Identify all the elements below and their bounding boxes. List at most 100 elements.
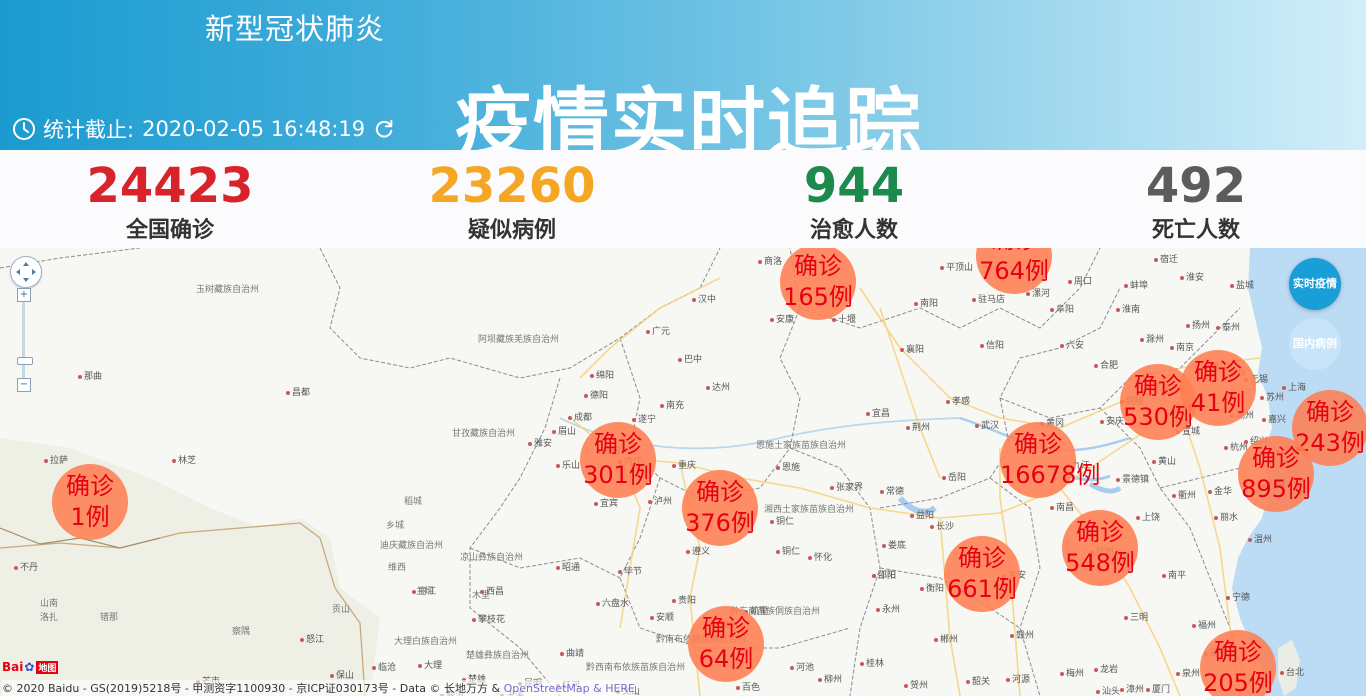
case-bubble-count: 376例	[685, 509, 755, 537]
city-label: 泰州	[1216, 320, 1240, 333]
region-label: 凉山彝族自治州	[460, 553, 524, 563]
city-label: 泉州	[1176, 666, 1200, 679]
case-bubble[interactable]: 确诊 165例	[780, 248, 856, 320]
case-bubble-label: 确诊	[1076, 518, 1124, 546]
city-label: 常德	[880, 484, 904, 497]
region-label: 木里	[472, 591, 491, 601]
city-label: 漳州	[1120, 682, 1144, 695]
city-label: 襄阳	[900, 342, 924, 355]
city-label: 周口	[1068, 274, 1092, 287]
case-bubble-count: 548例	[1065, 549, 1135, 577]
city-label: 孝感	[946, 394, 970, 407]
case-bubble[interactable]: 确诊 376例	[682, 470, 758, 546]
map-view[interactable]: 拉萨 林芝 成都 重庆 武汉 长沙 南昌 合肥 南京 上海 杭州 福州 贵阳 昆…	[0, 248, 1366, 696]
city-label: 梅州	[1060, 666, 1084, 679]
realtime-button[interactable]: 实时疫情	[1289, 258, 1341, 310]
city-label: 金华	[1208, 484, 1232, 497]
case-bubble[interactable]: 确诊 1例	[52, 464, 128, 540]
region-label: 稻城	[404, 497, 423, 507]
case-bubble-label: 确诊	[1252, 444, 1300, 472]
region-label: 甘孜藏族自治州	[452, 429, 516, 439]
zoom-out-button[interactable]: −	[17, 378, 31, 392]
city-label: 武汉	[975, 418, 999, 431]
stat-dead-value: 492	[1145, 158, 1247, 214]
region-label: 湘西土家族苗族自治州	[764, 505, 855, 515]
city-label: 大理	[418, 658, 442, 671]
city-label: 阜阳	[1050, 302, 1074, 315]
city-label: 河池	[790, 660, 814, 673]
page-subtitle: 新型冠状肺炎	[205, 12, 386, 46]
case-bubble-label: 确诊	[958, 544, 1006, 572]
city-label: 贺州	[904, 678, 928, 691]
baidu-logo-suffix: 地图	[36, 660, 59, 674]
region-label: 察隅	[232, 627, 251, 637]
city-label: 淮南	[1116, 302, 1140, 315]
city-label: 河源	[1006, 672, 1030, 685]
city-label: 上海	[1282, 380, 1306, 393]
city-label: 郴州	[934, 632, 958, 645]
stat-cured-value: 944	[803, 158, 905, 214]
city-label: 益阳	[910, 508, 934, 521]
city-label: 宜昌	[866, 406, 890, 419]
case-bubble-label: 确诊	[1214, 638, 1262, 666]
zoom-slider-track[interactable]	[22, 302, 25, 378]
city-label: 黄山	[1152, 454, 1176, 467]
city-label: 信阳	[980, 338, 1004, 351]
city-label: 汉中	[692, 292, 716, 305]
city-label: 龙岩	[1094, 662, 1118, 675]
here-link[interactable]: & HERE	[590, 682, 635, 695]
page-title: 疫情实时追踪	[455, 79, 923, 150]
baidu-paw-icon: ✿	[24, 660, 35, 674]
case-bubble-count: 41例	[1190, 389, 1246, 417]
city-label: 达州	[706, 380, 730, 393]
stat-dead-label: 死亡人数	[1151, 218, 1240, 243]
refresh-icon[interactable]	[373, 118, 395, 140]
openstreetmap-link[interactable]: OpenStreetMap	[504, 682, 590, 695]
city-label: 厦门	[1146, 682, 1170, 695]
region-label: 迪庆藏族自治州	[380, 541, 444, 551]
case-bubble-label: 确诊	[702, 614, 750, 642]
stat-confirmed: 24423 全国确诊	[20, 150, 320, 242]
map-zoom-control[interactable]: + −	[17, 288, 33, 396]
region-label: 维西	[388, 563, 407, 573]
city-label: 安康	[770, 312, 794, 325]
case-bubble-count: 64例	[698, 645, 754, 673]
region-label: 楚雄彝族自治州	[466, 651, 530, 661]
stat-confirmed-label: 全国确诊	[125, 218, 214, 243]
case-bubble[interactable]: 确诊 895例	[1238, 436, 1314, 512]
city-label: 毕节	[618, 564, 642, 577]
clock-icon	[13, 118, 35, 140]
case-bubble-label: 确诊	[976, 248, 1052, 256]
city-label: 上饶	[1136, 510, 1160, 523]
city-label: 拉萨	[44, 453, 68, 466]
city-label: 合肥	[1094, 358, 1118, 371]
zoom-slider-thumb[interactable]	[17, 357, 33, 365]
case-bubble-count: 895例	[1241, 475, 1311, 503]
city-label: 嘉兴	[1262, 412, 1286, 425]
case-bubble[interactable]: 确诊 661例	[944, 536, 1020, 612]
map-background	[0, 248, 1366, 696]
stat-cured-label: 治愈人数	[809, 218, 898, 243]
case-bubble[interactable]: 确诊 16678例	[1000, 422, 1100, 498]
map-pan-control[interactable]	[10, 256, 42, 288]
city-label: 永州	[876, 602, 900, 615]
city-label: 衡阳	[920, 581, 944, 594]
case-bubble[interactable]: 确诊 548例	[1062, 510, 1138, 586]
city-label: 铜仁	[776, 544, 800, 557]
stat-cured: 944 治愈人数	[704, 150, 1004, 242]
city-label: 重庆	[672, 458, 696, 471]
pan-arrows-icon	[16, 262, 36, 282]
city-label: 曲靖	[560, 646, 584, 659]
city-label: 广元	[646, 324, 670, 337]
zoom-in-button[interactable]: +	[17, 288, 31, 302]
domestic-cases-button[interactable]: 国内病例	[1289, 318, 1341, 370]
case-bubble[interactable]: 确诊 41例	[1180, 350, 1256, 426]
city-label: 雅安	[528, 436, 552, 449]
baidu-logo-text: Bai	[2, 660, 24, 674]
case-bubble[interactable]: 确诊 64例	[688, 606, 764, 682]
city-label: 平顶山	[940, 260, 973, 273]
case-bubble[interactable]: 确诊 205例	[1200, 630, 1276, 696]
copyright-text: © 2020 Baidu - GS(2019)5218号 - 甲测资字11009…	[2, 682, 504, 695]
case-bubble[interactable]: 确诊 301例	[580, 422, 656, 498]
city-label: 眉山	[552, 424, 576, 437]
